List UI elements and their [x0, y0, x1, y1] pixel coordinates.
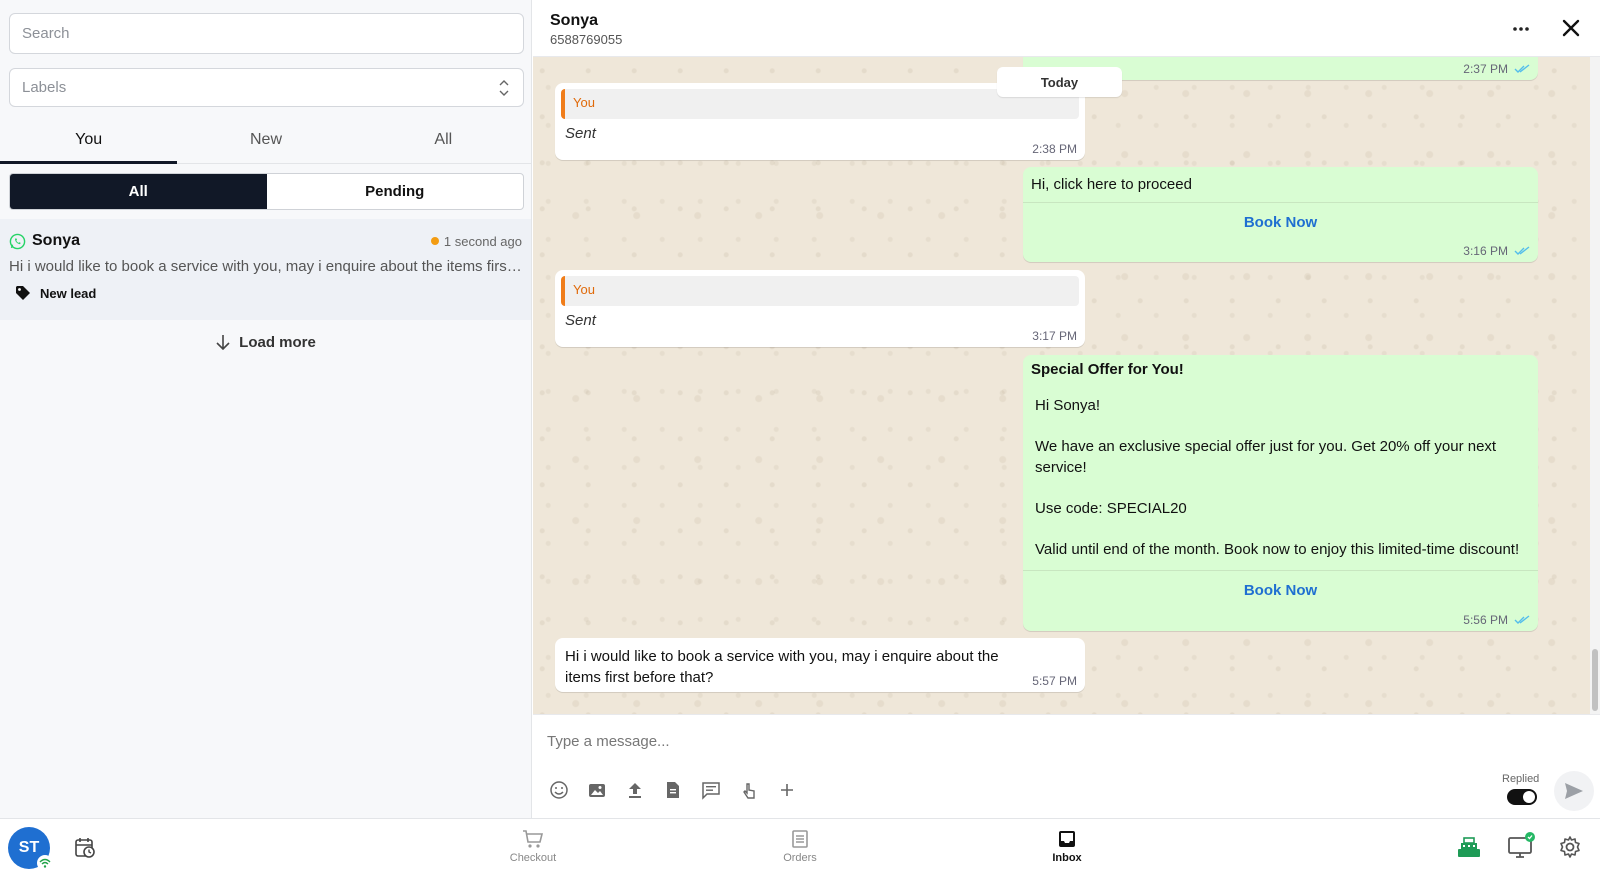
quick-reply-icon[interactable]	[701, 779, 739, 801]
message-time: 2:37 PM	[1463, 62, 1530, 76]
composer-toolbar	[549, 779, 815, 801]
offer-greeting: Hi Sonya!	[1035, 397, 1101, 414]
search-input[interactable]	[9, 13, 524, 54]
unread-dot	[430, 237, 439, 245]
send-icon	[1565, 783, 1583, 799]
message-time-text: 5:56 PM	[1463, 613, 1508, 627]
send-button[interactable]	[1554, 771, 1594, 811]
quote-author: You	[573, 95, 595, 110]
offer-description: We have an exclusive special offer just …	[1035, 438, 1497, 476]
message-time: 2:38 PM	[1032, 142, 1077, 156]
labels-select[interactable]: Labels	[9, 68, 524, 107]
orders-icon	[792, 830, 808, 848]
labels-placeholder: Labels	[22, 79, 67, 96]
double-check-icon	[1514, 246, 1530, 255]
offer-validity: Valid until end of the month. Book now t…	[1035, 541, 1520, 558]
interactive-icon[interactable]	[739, 779, 777, 801]
message-text: Hi, click here to proceed	[1031, 176, 1192, 193]
monitor-icon[interactable]	[1507, 831, 1537, 859]
replied-toggle[interactable]	[1507, 789, 1537, 805]
nav-orders-label: Orders	[783, 852, 817, 864]
image-icon[interactable]	[587, 779, 625, 801]
chat-header: Sonya 6588769055	[533, 0, 1600, 57]
emoji-icon[interactable]	[549, 779, 587, 801]
whatsapp-icon	[9, 233, 26, 249]
load-more-label: Load more	[239, 333, 316, 351]
quote-author: You	[573, 282, 595, 297]
message-bubble-outgoing: Hi, click here to proceed Book Now 3:16 …	[1023, 167, 1538, 262]
conversation-tag: New lead	[15, 285, 522, 301]
replied-label: Replied	[1502, 773, 1540, 785]
status-filter: All Pending	[9, 173, 524, 210]
assignment-tabs: You New All	[0, 116, 532, 164]
cart-icon	[523, 830, 544, 848]
message-thread[interactable]: 2:37 PM You Sent 2:38 PM Hi, click here …	[533, 57, 1590, 714]
double-check-icon	[1514, 615, 1530, 624]
double-check-icon	[1514, 64, 1530, 73]
message-time: 5:56 PM	[1463, 613, 1530, 627]
wifi-icon	[37, 855, 53, 871]
contact-name: Sonya	[550, 12, 599, 29]
scrollbar-thumb[interactable]	[1592, 649, 1598, 711]
app-root: Labels You New All All Pending Sonya	[0, 0, 1600, 876]
chevron-updown-icon	[499, 80, 509, 96]
filter-pending-button[interactable]: Pending	[267, 174, 524, 209]
add-icon[interactable]	[777, 779, 815, 801]
message-text: Sent	[565, 312, 596, 329]
load-more-button[interactable]: Load more	[0, 330, 532, 354]
nav-checkout[interactable]: Checkout	[493, 829, 573, 871]
message-time: 3:17 PM	[1032, 329, 1077, 343]
message-bubble-incoming: Hi i would like to book a service with y…	[555, 638, 1085, 692]
thread-scrollbar[interactable]	[1590, 57, 1600, 714]
message-bubble-outgoing: Special Offer for You! Hi Sonya! We have…	[1023, 355, 1538, 631]
upload-icon[interactable]	[625, 779, 663, 801]
nav-inbox[interactable]: Inbox	[1027, 829, 1107, 871]
tab-all[interactable]: All	[355, 116, 532, 163]
tag-icon	[16, 286, 30, 300]
message-text: Sent	[565, 125, 596, 142]
nav-checkout-label: Checkout	[509, 852, 557, 864]
nav-inbox-label: Inbox	[1052, 852, 1082, 864]
nav-orders[interactable]: Orders	[760, 829, 840, 871]
message-input[interactable]	[547, 729, 1427, 753]
message-time: 3:16 PM	[1463, 244, 1530, 258]
cash-register-icon[interactable]	[1456, 835, 1482, 859]
offer-body: Hi Sonya! We have an exclusive special o…	[1035, 395, 1531, 560]
book-now-button[interactable]: Book Now	[1023, 202, 1538, 242]
offer-title: Special Offer for You!	[1031, 361, 1184, 378]
contact-phone: 6588769055	[550, 32, 623, 47]
calendar-clock-icon[interactable]	[73, 836, 97, 860]
close-icon[interactable]	[1560, 17, 1582, 39]
quoted-message: You	[561, 276, 1079, 306]
conversation-time-text: 1 second ago	[443, 233, 522, 249]
conversation-name: Sonya	[32, 232, 81, 249]
conversation-preview: Hi i would like to book a service with y…	[9, 258, 525, 275]
arrow-down-icon	[216, 335, 230, 350]
message-time-text: 3:16 PM	[1463, 244, 1508, 258]
date-divider: Today	[997, 67, 1122, 97]
message-text: Hi i would like to book a service with y…	[565, 648, 999, 686]
bottom-nav: ST Checkout Orders Inbox	[0, 818, 1600, 876]
message-bubble-incoming: You Sent 3:17 PM	[555, 270, 1085, 347]
message-time-text: 2:37 PM	[1463, 62, 1508, 76]
message-composer: Replied	[533, 714, 1600, 818]
filter-all-button[interactable]: All	[10, 174, 267, 209]
message-time: 5:57 PM	[1032, 674, 1077, 688]
inbox-icon	[1059, 831, 1075, 847]
gear-icon[interactable]	[1558, 835, 1582, 859]
conversation-time: 1 second ago	[430, 233, 522, 249]
more-options-icon[interactable]	[1510, 18, 1532, 40]
book-now-button[interactable]: Book Now	[1023, 570, 1538, 610]
conversation-list-pane: Labels You New All All Pending Sonya	[0, 0, 532, 818]
offer-code: Use code: SPECIAL20	[1035, 500, 1187, 517]
document-icon[interactable]	[663, 779, 701, 801]
conversation-item[interactable]: Sonya 1 second ago Hi i would like to bo…	[0, 219, 531, 320]
tab-you[interactable]: You	[0, 116, 178, 164]
tab-new[interactable]: New	[177, 116, 354, 163]
tag-label: New lead	[40, 285, 97, 301]
